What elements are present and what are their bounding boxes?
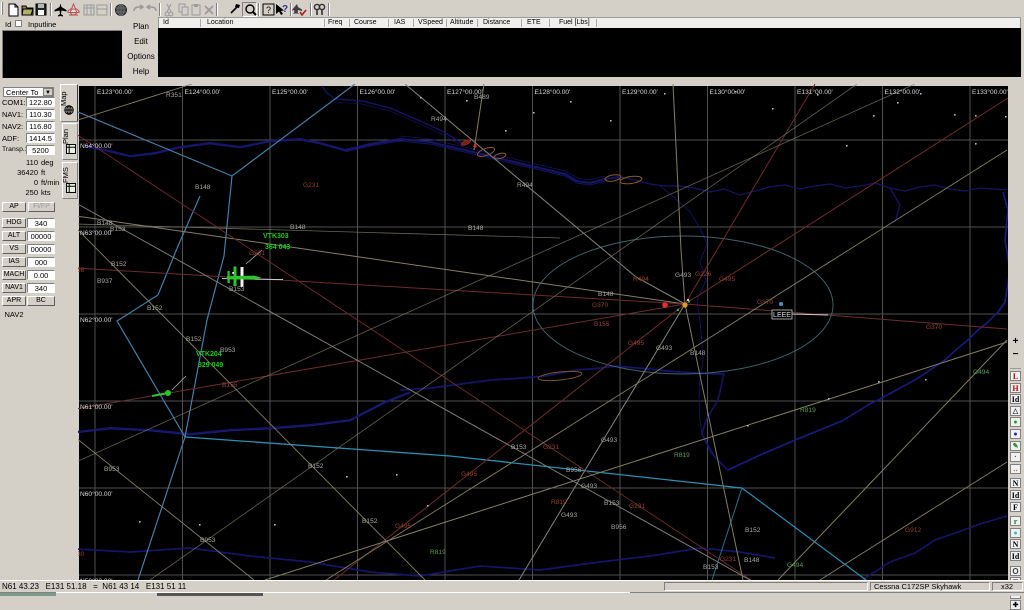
svg-text:R494: R494 <box>431 116 447 123</box>
svg-text:B155: B155 <box>222 382 238 389</box>
svg-text:B153: B153 <box>703 564 719 571</box>
svg-text:B148: B148 <box>195 184 211 191</box>
svg-text:G495: G495 <box>719 276 735 283</box>
svg-text:G494: G494 <box>973 369 989 376</box>
svg-text:G226: G226 <box>695 271 711 278</box>
svg-text:VTK204: VTK204 <box>196 351 222 358</box>
svg-text:R351: R351 <box>166 92 182 99</box>
svg-text:R494: R494 <box>517 182 533 189</box>
svg-text:B956: B956 <box>566 467 582 474</box>
svg-text:B153: B153 <box>229 286 245 293</box>
svg-text:G231: G231 <box>543 444 559 451</box>
svg-text:G370: G370 <box>592 302 608 309</box>
svg-text:R819: R819 <box>674 452 690 459</box>
svg-text:B152: B152 <box>111 261 127 268</box>
svg-text:B152: B152 <box>147 305 163 312</box>
svg-text:G495: G495 <box>628 340 644 347</box>
svg-text:R494: R494 <box>633 276 649 283</box>
svg-text:E132°00.00': E132°00.00' <box>885 88 921 96</box>
svg-text:E124°00.00': E124°00.00' <box>185 88 221 96</box>
svg-text:G370: G370 <box>926 324 942 331</box>
svg-text:B148: B148 <box>598 291 614 298</box>
svg-text:G493: G493 <box>601 437 617 444</box>
svg-text:G493: G493 <box>561 512 577 519</box>
svg-text:B953: B953 <box>200 537 216 544</box>
svg-text:?: ? <box>282 4 288 15</box>
svg-text:G370: G370 <box>757 299 773 306</box>
svg-text:G493: G493 <box>675 272 691 279</box>
svg-text:G912: G912 <box>905 527 921 534</box>
svg-text:LEEE: LEEE <box>773 312 791 319</box>
svg-text:E123°00.00': E123°00.00' <box>97 88 133 96</box>
svg-text:R819: R819 <box>430 549 446 556</box>
svg-text:G494: G494 <box>787 562 803 569</box>
svg-text:B148: B148 <box>690 350 706 357</box>
svg-text:G493: G493 <box>656 345 672 352</box>
svg-text:B152: B152 <box>308 463 324 470</box>
svg-text:G231: G231 <box>249 250 265 257</box>
svg-text:R819: R819 <box>800 407 816 414</box>
svg-text:E129°00.00': E129°00.00' <box>622 88 658 96</box>
svg-text:N60°00.00': N60°00.00' <box>80 490 113 498</box>
svg-text:G495: G495 <box>395 523 411 530</box>
svg-text:E126°00.00': E126°00.00' <box>360 88 396 96</box>
svg-text:B153: B153 <box>110 226 126 233</box>
svg-text:E131°00.00': E131°00.00' <box>797 88 833 96</box>
svg-text:N62°00.00': N62°00.00' <box>80 316 113 324</box>
svg-text:B153: B153 <box>511 444 527 451</box>
svg-text:E133°00.00': E133°00.00' <box>972 88 1008 96</box>
svg-text:E128°00.00': E128°00.00' <box>535 88 571 96</box>
svg-text:B953: B953 <box>220 347 236 354</box>
svg-text:G493: G493 <box>581 483 597 490</box>
svg-text:B152: B152 <box>362 518 378 525</box>
svg-text:364 043: 364 043 <box>265 244 290 251</box>
svg-text:B956: B956 <box>611 524 627 531</box>
svg-text:B152: B152 <box>745 527 761 534</box>
svg-text:56: 56 <box>78 267 85 274</box>
svg-text:B148: B148 <box>744 557 760 564</box>
svg-text:G231: G231 <box>629 503 645 510</box>
svg-text:B148: B148 <box>468 225 484 232</box>
svg-text:B148: B148 <box>290 224 306 231</box>
svg-text:E125°00.00': E125°00.00' <box>272 88 308 96</box>
svg-text:B489: B489 <box>474 94 490 101</box>
svg-text:329 049: 329 049 <box>198 362 223 369</box>
svg-text:B152: B152 <box>186 336 202 343</box>
svg-text:G495: G495 <box>461 471 477 478</box>
svg-text:R819: R819 <box>551 499 567 506</box>
svg-text:30: 30 <box>78 551 85 558</box>
svg-text:B953: B953 <box>104 466 120 473</box>
svg-text:G231: G231 <box>303 182 319 189</box>
svg-text:B155: B155 <box>594 321 610 328</box>
svg-text:VTK303: VTK303 <box>263 233 289 240</box>
svg-text:B937: B937 <box>97 278 113 285</box>
svg-text:E130°00.00': E130°00.00' <box>710 88 746 96</box>
svg-text:N64°00.00': N64°00.00' <box>80 142 113 150</box>
svg-text:G231: G231 <box>720 556 736 563</box>
svg-text:B153: B153 <box>604 500 620 507</box>
svg-text:N61°00.00': N61°00.00' <box>80 403 113 411</box>
svg-text:?: ? <box>266 5 271 15</box>
svg-text:N63°00.00': N63°00.00' <box>80 229 113 237</box>
